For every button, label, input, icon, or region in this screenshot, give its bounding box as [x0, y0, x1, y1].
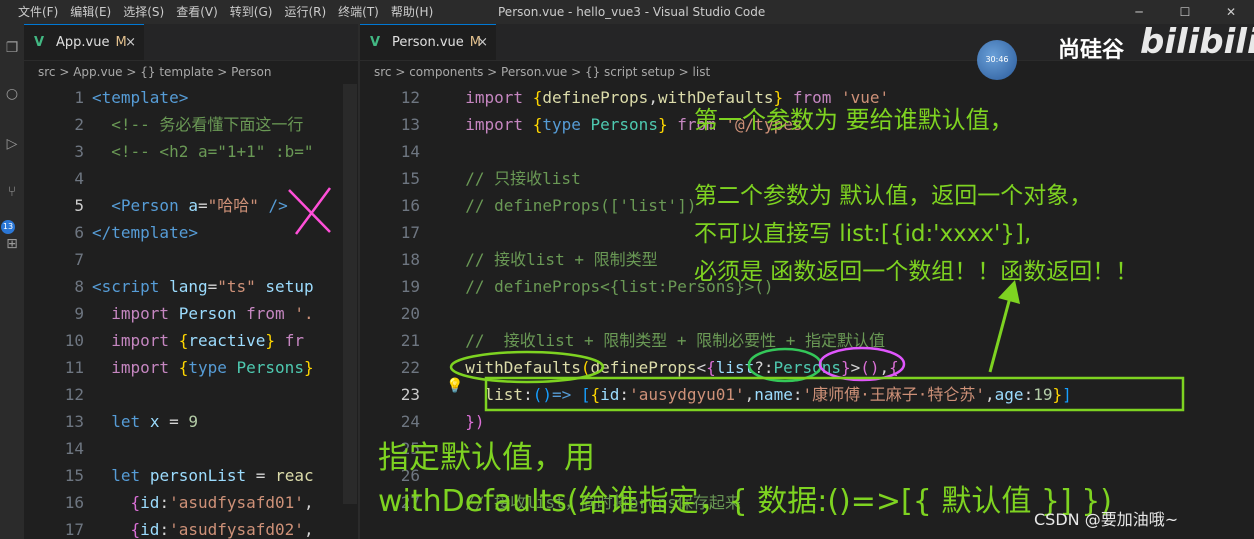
annotation-second-param: 第二个参数为 默认值，返回一个对象， — [694, 183, 1093, 209]
persons-circle — [818, 346, 906, 382]
timer-avatar: 30:46 — [977, 40, 1017, 80]
list-circle — [747, 347, 823, 383]
csdn-watermark: CSDN @要加油哦~ — [1034, 510, 1179, 529]
annotation-must-function: 必须是 函数返回一个数组！！函数返回！！ — [694, 259, 1139, 285]
annotation-withdefaults-usage: withDefaults(给谁指定，{ 数据:()=>[{ 默认值 }] }) — [378, 484, 1112, 519]
annotation-specify-default: 指定默认值，用 — [378, 440, 595, 476]
cross-mark — [288, 187, 332, 235]
annotation-no-direct: 不可以直接写 list:[{id:'xxxx'}], — [694, 221, 1032, 247]
annotation-first-param: 第一个参数为 要给谁默认值， — [694, 106, 1014, 134]
brand-watermark: 尚硅谷 — [1058, 38, 1125, 63]
bilibili-watermark: bilibili — [1140, 22, 1254, 62]
arrow-line — [988, 289, 1014, 373]
default-value-box — [484, 376, 1185, 412]
